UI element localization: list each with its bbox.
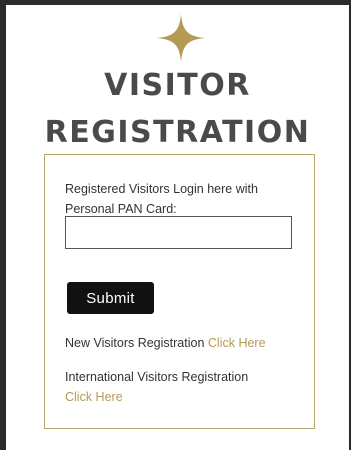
submit-button[interactable]: Submit <box>67 282 154 314</box>
page-title-line1: VISITOR <box>104 68 251 103</box>
login-card: Registered Visitors Login here with Pers… <box>44 154 315 429</box>
international-visitors-click-here-link[interactable]: Click Here <box>65 390 123 404</box>
new-visitors-click-here-link[interactable]: Click Here <box>208 336 266 350</box>
new-visitors-row: New Visitors Registration Click Here <box>65 333 305 353</box>
registration-page: VISITOR REGISTRATION Registered Visitors… <box>6 5 349 450</box>
pan-card-input[interactable] <box>65 216 292 249</box>
page-title-line2: REGISTRATION <box>44 115 311 150</box>
international-visitors-label: International Visitors Registration <box>65 370 249 384</box>
four-point-star-icon <box>157 14 205 62</box>
login-prompt: Registered Visitors Login here with Pers… <box>65 182 258 216</box>
international-visitors-row: International Visitors Registration Clic… <box>65 367 305 407</box>
new-visitors-label: New Visitors Registration <box>65 336 205 350</box>
